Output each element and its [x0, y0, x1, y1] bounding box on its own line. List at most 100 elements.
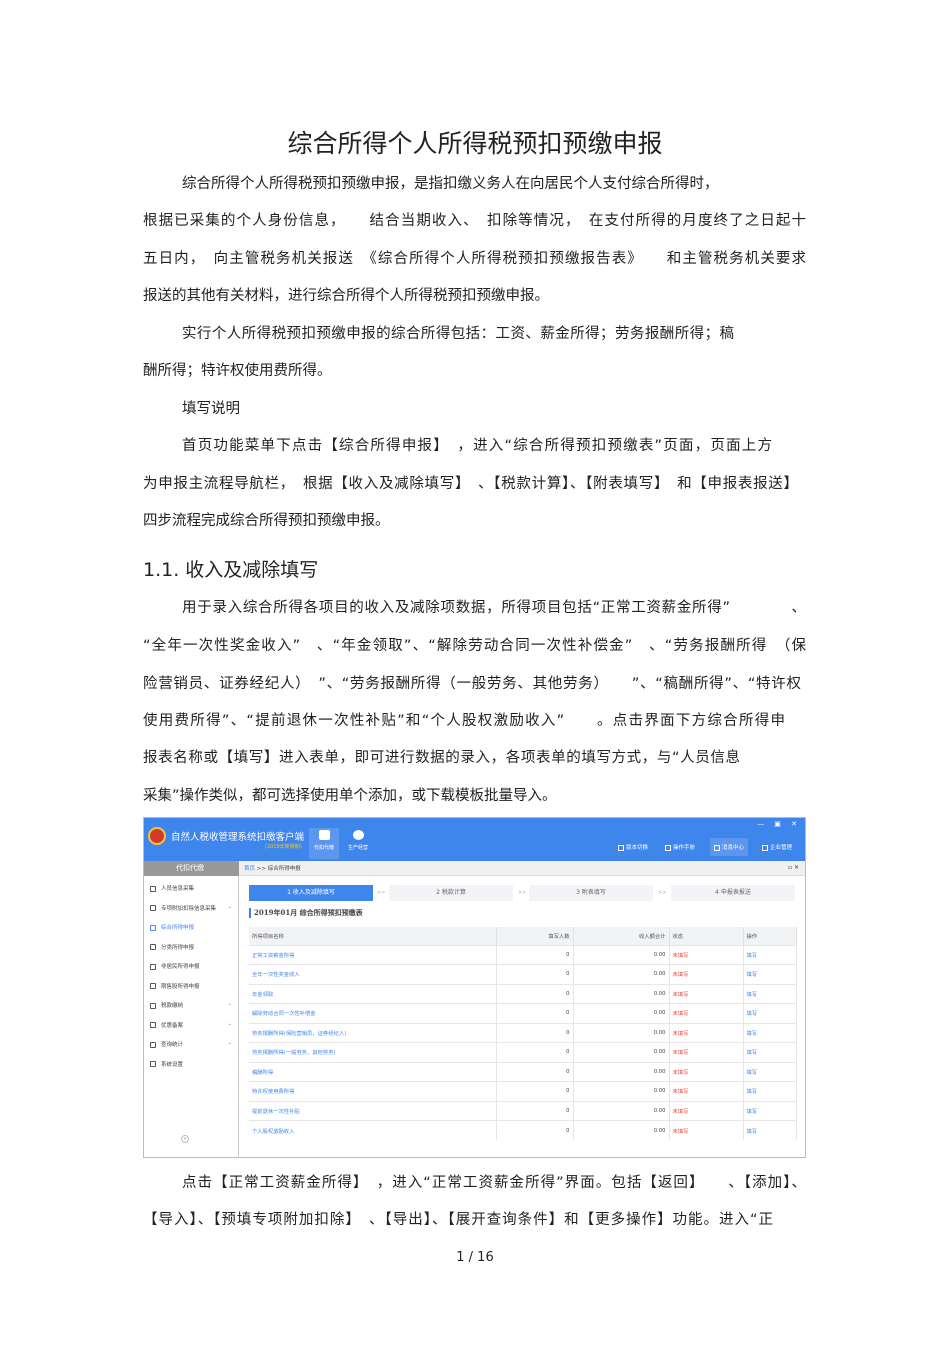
step-submit[interactable]: 4 申报表报送 [671, 885, 795, 901]
paragraph-line: 酬所得；特许权使用费所得。 [143, 363, 332, 379]
menu-icon [150, 924, 156, 931]
income-total: 0.00 [573, 983, 670, 1004]
paragraph-line: 实行个人所得税预扣预缴申报的综合所得包括：工资、薪金所得；劳务报酬所得；稿 [182, 326, 734, 342]
filled-count: 0 [496, 944, 574, 965]
table-row: 个人股权激励收入 0 0.00 未填写 填写 [249, 1120, 797, 1140]
filled-count: 0 [496, 1042, 574, 1062]
income-total: 0.00 [573, 1022, 670, 1043]
income-item-link[interactable]: 个人股权激励收入 [249, 1120, 497, 1140]
sidebar-item[interactable]: 优惠备案 ⌄ [150, 1021, 234, 1029]
sidebar-header: 代扣代缴 [144, 861, 239, 876]
paragraph-line: 五日内， 向主管税务机关报送 《综合所得个人所得税预扣预缴报告表》 和主管税务机… [143, 251, 806, 267]
status: 未填写 [669, 964, 744, 984]
table-row: 稿酬所得 0 0.00 未填写 填写 [249, 1061, 797, 1082]
tab-controls[interactable]: ▫ ✕ [788, 864, 799, 871]
fill-link[interactable]: 填写 [743, 964, 797, 984]
document-title: 综合所得个人所得税预扣预缴申报 [287, 129, 663, 158]
filled-count: 0 [496, 1120, 574, 1140]
chevron-down-icon: ⌄ [227, 903, 232, 910]
sidebar-item[interactable]: 系统设置 [150, 1060, 234, 1068]
message-center-button[interactable]: 消息中心 [710, 838, 749, 856]
fill-link[interactable]: 填写 [743, 1100, 797, 1121]
paragraph-line: 报表名称或【填写】进入表单，即可进行数据的录入，各项表单的填写方式，与“人员信息 [143, 750, 740, 766]
app-name: 自然人税收管理系统扣缴客户端 [171, 832, 305, 843]
paragraph-line: 根据已采集的个人身份信息， 结合当期收入、 扣除等情况， 在支付所得的月度终了之… [143, 213, 806, 229]
module-label: 生产经营 [347, 845, 368, 851]
fill-link[interactable]: 填写 [743, 1022, 797, 1043]
module-label: 代扣代缴 [313, 845, 334, 851]
income-item-link[interactable]: 稿酬所得 [249, 1061, 497, 1082]
sidebar-item[interactable]: 综合所得申报 [150, 923, 234, 931]
filled-count: 0 [496, 1003, 574, 1023]
filled-count: 0 [496, 1081, 574, 1101]
income-total: 0.00 [573, 964, 670, 984]
income-total: 0.00 [573, 1081, 670, 1101]
income-item-link[interactable]: 劳务报酬所得(保险营销员、证券经纪人) [249, 1022, 497, 1043]
status: 未填写 [669, 1003, 744, 1023]
sidebar-item[interactable]: 限售股所得申报 [150, 982, 234, 990]
income-item-link[interactable]: 年金领取 [249, 983, 497, 1004]
national-emblem-icon [148, 827, 166, 845]
income-total: 0.00 [573, 1003, 670, 1023]
fill-link[interactable]: 填写 [743, 1003, 797, 1023]
collapse-sidebar-button[interactable]: « [181, 1135, 189, 1143]
income-item-link[interactable]: 全年一次性奖金收入 [249, 964, 497, 984]
fill-link[interactable]: 填写 [743, 1120, 797, 1140]
fill-link[interactable]: 填写 [743, 1042, 797, 1062]
breadcrumb-current: 综合所得申报 [267, 866, 301, 872]
filled-count: 0 [496, 1022, 574, 1043]
sidebar-item[interactable]: 税款缴纳 ⌄ [150, 1001, 234, 1009]
module-withholding[interactable]: 代扣代缴 [309, 828, 339, 859]
module-business[interactable]: 生产经营 [343, 828, 373, 859]
income-item-link[interactable]: 提前退休一次性补贴 [249, 1100, 497, 1121]
sidebar-item[interactable]: 查询统计 ⌄ [150, 1040, 234, 1048]
sidebar-item-label: 优惠备案 [161, 1022, 184, 1029]
window-controls[interactable]: — ▣ ✕ [757, 820, 801, 828]
sidebar-item[interactable]: 分类所得申报 [150, 943, 234, 951]
paragraph-line: 险营销员、证券经纪人） ”、“劳务报酬所得（一般劳务、其他劳务） ”、“稿酬所得… [143, 676, 801, 692]
filled-count: 0 [496, 1100, 574, 1121]
paragraph-line: 报送的其他有关材料，进行综合所得个人所得税预扣预缴申报。 [143, 288, 549, 304]
wallet-icon [318, 830, 330, 840]
menu-icon [150, 1002, 156, 1009]
step-attachment[interactable]: 3 附表填写 [529, 885, 653, 901]
fill-link[interactable]: 填写 [743, 944, 797, 965]
breadcrumb: 首页 >> 综合所得申报 [244, 864, 301, 872]
sidebar-item[interactable]: 非居民所得申报 [150, 962, 234, 970]
breadcrumb-home[interactable]: 首页 [244, 866, 255, 872]
table-row: 正常工资薪金所得 0 0.00 未填写 填写 [249, 944, 797, 965]
sidebar-item[interactable]: 人员信息采集 [150, 884, 234, 892]
status: 未填写 [669, 1081, 744, 1101]
fill-link[interactable]: 填写 [743, 1061, 797, 1082]
mail-icon [714, 844, 720, 851]
table-row: 年金领取 0 0.00 未填写 填写 [249, 983, 797, 1004]
income-total: 0.00 [573, 944, 670, 965]
enterprise-management-button[interactable]: 企业管理 [758, 838, 796, 856]
sidebar-item-label: 专项附加扣除信息采集 [161, 905, 217, 912]
table-title: 2019年01月 综合所得预扣预缴表 [249, 908, 363, 918]
document-icon [618, 844, 624, 851]
chevron-down-icon: ⌄ [227, 1020, 232, 1027]
fill-link[interactable]: 填写 [743, 983, 797, 1004]
fill-link[interactable]: 填写 [743, 1081, 797, 1101]
table-row: 劳务报酬所得(一般劳务、其他劳务) 0 0.00 未填写 填写 [249, 1042, 797, 1062]
income-item-link[interactable]: 解除劳动合同一次性补偿金 [249, 1003, 497, 1023]
sidebar-item[interactable]: 专项附加扣除信息采集 ⌄ [150, 904, 234, 912]
filled-count: 0 [496, 964, 574, 984]
button-label: 消息中心 [722, 845, 745, 851]
table-row: 提前退休一次性补贴 0 0.00 未填写 填写 [249, 1100, 797, 1121]
manual-button[interactable]: 操作手册 [661, 838, 699, 856]
paragraph-line: 综合所得个人所得税预扣预缴申报，是指扣缴义务人在向居民个人支付综合所得时， [182, 176, 719, 192]
income-item-link[interactable]: 特许权使用费所得 [249, 1081, 497, 1101]
income-item-link[interactable]: 正常工资薪金所得 [249, 944, 497, 965]
paragraph-line: 为申报主流程导航栏， 根据【收入及减除填写】 、【税款计算】、【附表填写】 和【… [143, 476, 798, 492]
step-tax-calculation[interactable]: 2 税款计算 [389, 885, 513, 901]
step-income-deduction[interactable]: 1 收入及减除填写 [249, 885, 373, 901]
income-item-link[interactable]: 劳务报酬所得(一般劳务、其他劳务) [249, 1042, 497, 1062]
menu-icon [150, 885, 156, 892]
sidebar-item-label: 非居民所得申报 [161, 964, 200, 970]
version-switch-button[interactable]: 版本切换 [614, 838, 652, 856]
sidebar-item-label: 限售股所得申报 [161, 983, 200, 990]
status: 未填写 [669, 944, 744, 965]
sidebar-item-label: 人员信息采集 [161, 886, 195, 892]
